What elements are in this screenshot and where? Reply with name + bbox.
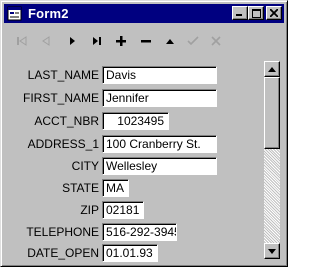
nav-delete-button[interactable] <box>135 31 157 51</box>
next-icon <box>70 37 75 45</box>
row-date-open: DATE_OPEN 01.01.93 <box>1 243 289 263</box>
last-icon <box>93 37 101 45</box>
nav-first-button[interactable] <box>11 31 33 51</box>
city-field[interactable]: Wellesley <box>102 157 217 175</box>
delete-icon <box>141 40 151 43</box>
app-icon[interactable] <box>7 6 22 21</box>
scroll-up-button[interactable] <box>264 61 280 77</box>
minimize-button[interactable] <box>232 6 248 20</box>
close-button[interactable] <box>266 6 282 20</box>
arrow-down-icon <box>268 248 276 254</box>
row-telephone: TELEPHONE 516-292-3945 <box>1 222 289 242</box>
nav-prior-button[interactable] <box>35 31 57 51</box>
nav-insert-button[interactable] <box>110 31 132 51</box>
row-city: CITY Wellesley <box>1 156 289 176</box>
row-first-name: FIRST_NAME Jennifer <box>1 88 289 108</box>
window-title: Form2 <box>28 6 69 21</box>
maximize-button[interactable] <box>248 6 264 20</box>
title-bar[interactable]: Form2 <box>4 4 284 23</box>
field-label: ACCT_NBR <box>34 114 99 128</box>
zip-field[interactable]: 02181 <box>102 201 144 219</box>
first-icon <box>17 36 27 46</box>
vertical-scrollbar[interactable] <box>264 61 280 259</box>
telephone-field[interactable]: 516-292-3945 <box>102 223 177 241</box>
edit-icon <box>166 39 174 44</box>
nav-post-button[interactable] <box>182 31 204 51</box>
insert-icon <box>116 36 126 46</box>
db-navigator <box>11 31 251 51</box>
prior-icon <box>42 36 50 46</box>
row-last-name: LAST_NAME Davis <box>1 65 289 85</box>
address-1-field[interactable]: 100 Cranberry St. <box>102 135 217 153</box>
cancel-icon <box>211 36 221 46</box>
field-label: STATE <box>62 181 99 195</box>
post-icon <box>187 36 199 46</box>
row-zip: ZIP 02181 <box>1 200 289 220</box>
field-label: ADDRESS_1 <box>27 137 99 151</box>
scroll-thumb[interactable] <box>264 77 280 149</box>
nav-edit-button[interactable] <box>159 31 181 51</box>
field-label: FIRST_NAME <box>22 91 99 105</box>
field-label: ZIP <box>80 203 99 217</box>
date-open-field[interactable]: 01.01.93 <box>102 244 158 262</box>
state-field[interactable]: MA <box>102 179 129 197</box>
scroll-down-button[interactable] <box>264 243 280 259</box>
nav-next-button[interactable] <box>61 31 83 51</box>
arrow-up-icon <box>268 66 276 72</box>
nav-last-button[interactable] <box>86 31 108 51</box>
row-address-1: ADDRESS_1 100 Cranberry St. <box>1 134 289 154</box>
row-state: STATE MA <box>1 178 289 198</box>
acct-nbr-field[interactable]: 1023495 <box>102 112 169 130</box>
nav-cancel-button[interactable] <box>205 31 227 51</box>
form2-window: Form2 LAST_NAME Davis FIRST_NAME Jennife… <box>0 0 288 267</box>
field-label: CITY <box>71 159 99 173</box>
minimize-icon <box>236 14 242 16</box>
field-label: TELEPHONE <box>26 225 99 239</box>
row-acct-nbr: ACCT_NBR 1023495 <box>1 111 289 131</box>
maximize-icon <box>251 8 261 18</box>
last-name-field[interactable]: Davis <box>102 66 217 84</box>
field-label: LAST_NAME <box>27 68 99 82</box>
field-label: DATE_OPEN <box>27 246 99 260</box>
first-name-field[interactable]: Jennifer <box>102 89 217 107</box>
close-icon <box>270 9 278 17</box>
